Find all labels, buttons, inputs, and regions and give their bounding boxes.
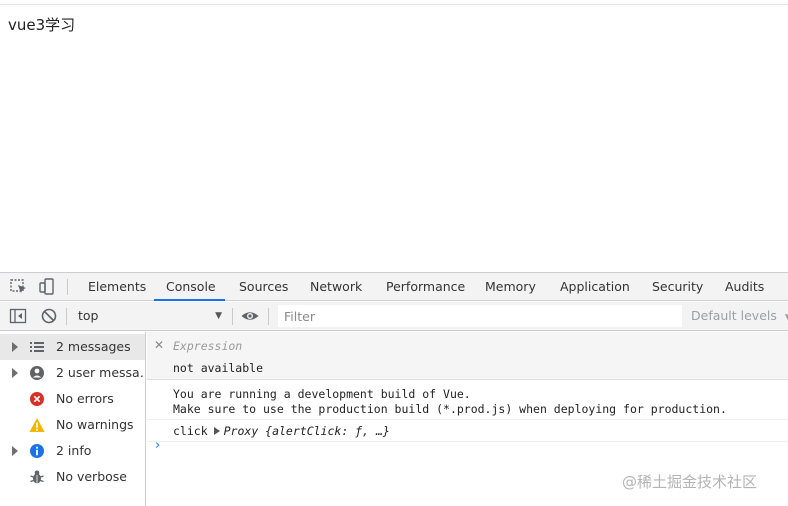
info-icon xyxy=(29,443,45,459)
log-levels-select[interactable]: Default levels ▼ xyxy=(691,305,788,327)
context-select[interactable]: top ▼ xyxy=(72,305,228,327)
sidebar-item-label: No errors xyxy=(56,391,114,406)
sidebar-item-label: No verbose xyxy=(56,469,127,484)
toolbar-separator xyxy=(232,308,233,325)
device-toolbar-icon[interactable] xyxy=(37,277,57,297)
console-toolbar: top ▼ Default levels ▼ xyxy=(0,302,788,331)
toolbar-separator xyxy=(268,308,269,325)
message-text: Make sure to use the production build (*… xyxy=(173,402,727,416)
user-icon xyxy=(29,365,45,381)
active-tab-indicator xyxy=(154,299,225,301)
page-heading: vue3学习 xyxy=(8,16,76,34)
message-text: You are running a development build of V… xyxy=(173,387,471,401)
warning-icon xyxy=(29,417,45,433)
expand-caret-icon[interactable] xyxy=(12,368,18,378)
tab-memory[interactable]: Memory xyxy=(485,273,536,301)
object-preview[interactable]: Proxy {alertClick: ƒ, …} xyxy=(224,424,390,438)
sidebar-item-verbose[interactable]: No verbose xyxy=(0,464,145,490)
tab-sources[interactable]: Sources xyxy=(239,273,288,301)
tabbar-separator xyxy=(67,279,68,295)
dropdown-arrow-icon: ▼ xyxy=(215,311,222,321)
tab-network[interactable]: Network xyxy=(310,273,362,301)
expand-caret-icon[interactable] xyxy=(213,427,220,435)
inspect-element-icon[interactable] xyxy=(9,277,29,297)
sidebar-item-messages[interactable]: 2 messages xyxy=(0,334,145,360)
list-icon xyxy=(29,339,45,355)
tab-performance[interactable]: Performance xyxy=(386,273,465,301)
sidebar-toggle-icon[interactable] xyxy=(8,306,28,326)
console-message: You are running a development build of V… xyxy=(147,380,788,420)
clear-console-icon[interactable] xyxy=(39,306,59,326)
watermark: @稀土掘金技术社区 xyxy=(622,473,758,491)
error-icon xyxy=(29,391,45,407)
filter-input[interactable] xyxy=(278,305,682,327)
sidebar-item-errors[interactable]: No errors xyxy=(0,386,145,412)
tab-console[interactable]: Console xyxy=(166,273,216,301)
console-message: click Proxy {alertClick: ƒ, …} xyxy=(147,420,788,442)
sidebar-item-label: No warnings xyxy=(56,417,134,432)
sidebar-item-label: 2 messages xyxy=(56,339,131,354)
sidebar-item-user-messages[interactable]: 2 user messa… xyxy=(0,360,145,386)
live-expression: ✕ Expression not available xyxy=(147,332,788,380)
close-icon[interactable]: ✕ xyxy=(154,338,164,352)
log-levels-label: Default levels xyxy=(691,308,777,323)
tab-elements[interactable]: Elements xyxy=(88,273,146,301)
tab-audits[interactable]: Audits xyxy=(725,273,764,301)
expression-value: not available xyxy=(173,361,264,375)
expand-caret-icon[interactable] xyxy=(12,446,18,456)
live-expression-eye-icon[interactable] xyxy=(240,306,260,326)
console-prompt-icon[interactable]: › xyxy=(155,438,160,453)
sidebar-item-warnings[interactable]: No warnings xyxy=(0,412,145,438)
context-value: top xyxy=(78,308,99,323)
tab-security[interactable]: Security xyxy=(652,273,703,301)
toolbar-separator xyxy=(66,308,67,325)
message-text: click xyxy=(173,424,208,438)
sidebar-item-label: 2 info xyxy=(56,443,92,458)
sidebar-item-label: 2 user messa… xyxy=(56,365,145,380)
page-top-border xyxy=(0,4,788,5)
console-sidebar: 2 messages 2 user messa… No errors No wa… xyxy=(0,332,146,506)
expand-caret-icon[interactable] xyxy=(12,342,18,352)
tab-application[interactable]: Application xyxy=(560,273,630,301)
sidebar-item-info[interactable]: 2 info xyxy=(0,438,145,464)
devtools-tabbar: Elements Console Sources Network Perform… xyxy=(0,273,788,301)
expression-label[interactable]: Expression xyxy=(173,339,242,353)
bug-icon xyxy=(29,469,45,485)
